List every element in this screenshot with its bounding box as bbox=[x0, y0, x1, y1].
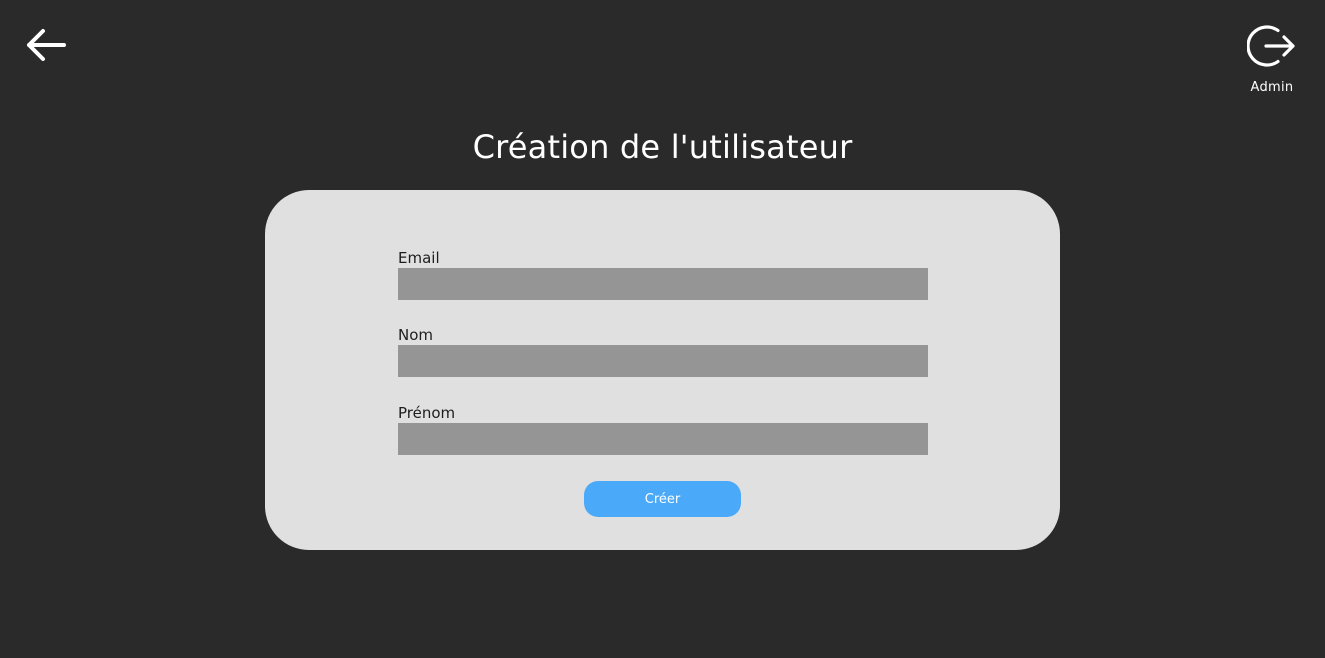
nom-input[interactable] bbox=[398, 345, 928, 377]
email-label: Email bbox=[398, 249, 440, 267]
user-form-card: Email Nom Prénom Créer bbox=[265, 190, 1060, 550]
prenom-input[interactable] bbox=[398, 423, 928, 455]
prenom-field: Prénom bbox=[398, 405, 928, 455]
prenom-label: Prénom bbox=[398, 404, 456, 422]
email-input[interactable] bbox=[398, 268, 928, 300]
nom-field: Nom bbox=[398, 327, 928, 377]
create-button[interactable]: Créer bbox=[584, 481, 741, 517]
user-label: Admin bbox=[1250, 80, 1294, 95]
email-field: Email bbox=[398, 250, 928, 300]
page-title: Création de l'utilisateur bbox=[472, 128, 853, 166]
logout-icon bbox=[1247, 25, 1295, 67]
arrow-left-icon bbox=[27, 29, 66, 61]
logout-button[interactable]: Admin bbox=[1240, 22, 1304, 102]
page: Admin Création de l'utilisateur Email No… bbox=[0, 0, 1325, 658]
back-button[interactable] bbox=[24, 26, 68, 64]
nom-label: Nom bbox=[398, 326, 434, 344]
